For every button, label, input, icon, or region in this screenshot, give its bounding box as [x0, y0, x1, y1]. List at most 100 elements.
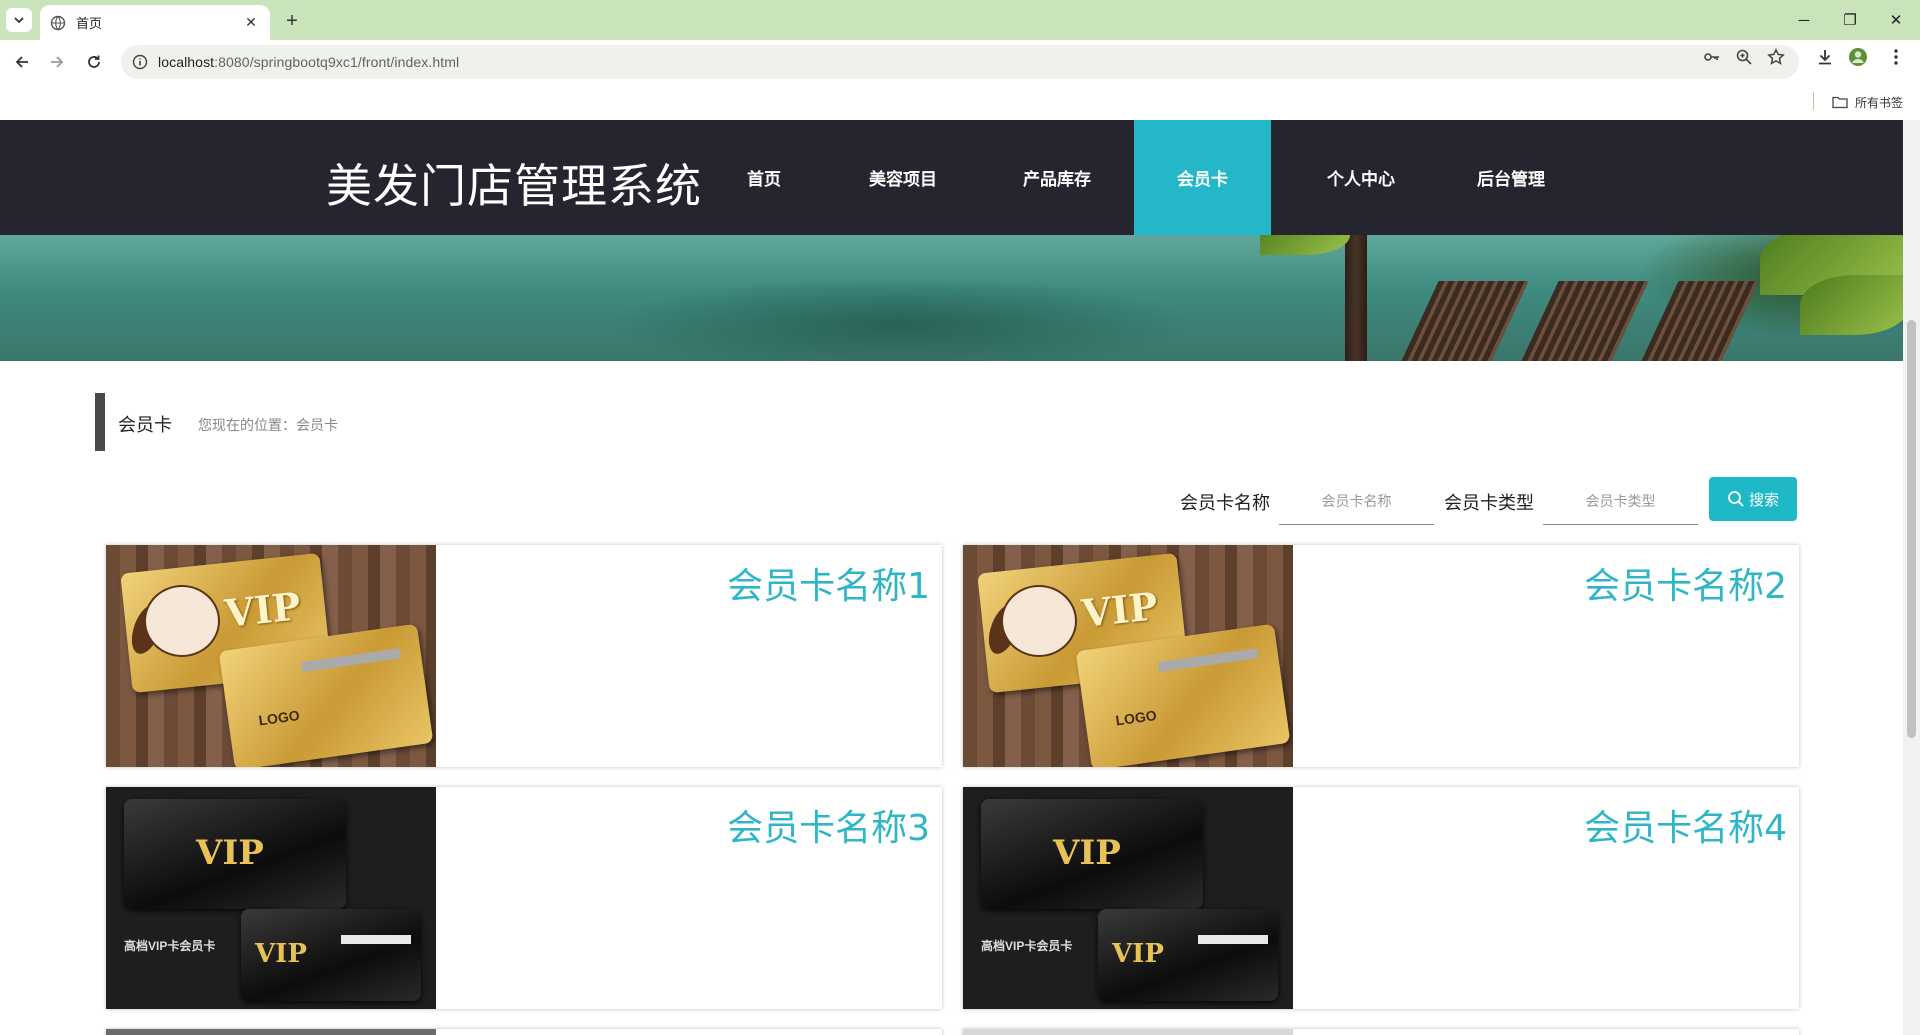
logo-text: LOGO	[1114, 706, 1158, 729]
breadcrumb-accent-bar	[95, 393, 105, 451]
new-tab-button[interactable]: +	[280, 9, 304, 33]
membership-card-item-partial[interactable]	[106, 1029, 942, 1035]
breadcrumb-path: 您现在的位置：会员卡	[198, 417, 338, 433]
folder-icon	[1832, 96, 1848, 109]
breadcrumb: 会员卡 您现在的位置：会员卡	[95, 393, 1795, 451]
nav-home[interactable]: 首页	[720, 120, 808, 235]
browser-tab-active[interactable]: 首页 ✕	[40, 5, 270, 40]
card-name[interactable]: 会员卡名称4	[1584, 799, 1787, 851]
star-icon[interactable]	[1764, 45, 1788, 69]
globe-icon	[50, 15, 66, 30]
forward-button[interactable]	[43, 48, 71, 76]
card-type-input[interactable]	[1543, 477, 1698, 525]
url-text: localhost:8080/springbootq9xc1/front/ind…	[158, 54, 459, 70]
search-button-label: 搜索	[1748, 491, 1779, 509]
signature-strip	[300, 648, 402, 673]
black-card-front: VIP	[124, 799, 346, 909]
card-art-caption: 高档VIP卡会员卡	[981, 939, 1073, 953]
banner-chair	[1521, 281, 1649, 361]
tab-search-button[interactable]	[6, 8, 32, 32]
bookmarks-separator	[1813, 92, 1814, 110]
signature-strip	[1198, 935, 1268, 944]
profile-avatar-icon[interactable]	[1846, 45, 1870, 69]
more-menu-icon[interactable]	[1884, 45, 1908, 69]
signature-strip	[341, 935, 411, 944]
membership-card-item[interactable]: VIP VIP 高档VIP卡会员卡 会员卡名称4	[963, 787, 1799, 1009]
vip-text: VIP	[1112, 939, 1164, 969]
card-name[interactable]: 会员卡名称2	[1584, 557, 1787, 609]
banner-chair	[1641, 281, 1759, 361]
black-card-back: VIP	[241, 909, 421, 1001]
card-image-gold-vip[interactable]: VIP LOGO	[963, 545, 1293, 767]
banner-image	[0, 235, 1903, 361]
download-icon[interactable]	[1813, 45, 1837, 69]
url-host: localhost	[158, 54, 215, 70]
card-name-input[interactable]	[1279, 477, 1434, 525]
dog-mascot	[1001, 585, 1077, 657]
site-title: 美发门店管理系统	[326, 159, 702, 213]
nav-beauty-projects[interactable]: 美容项目	[850, 120, 956, 235]
site-header: 美发门店管理系统 首页 美容项目 产品库存 会员卡 个人中心 后台管理	[0, 120, 1903, 235]
arrow-left-icon	[15, 56, 28, 68]
vip-text: VIP	[222, 583, 303, 636]
reload-button[interactable]	[80, 48, 108, 76]
page-scrollbar[interactable]	[1903, 120, 1920, 1035]
card-image-black-vip[interactable]: VIP VIP 高档VIP卡会员卡	[963, 787, 1293, 1009]
banner-chair	[1401, 281, 1529, 361]
banner-leaf	[1800, 275, 1903, 335]
vip-text: VIP	[1053, 833, 1121, 873]
logo-text: LOGO	[257, 706, 301, 729]
reload-icon	[88, 55, 100, 68]
card-type-label: 会员卡类型	[1444, 493, 1534, 513]
black-card-front: VIP	[981, 799, 1203, 909]
nav-admin[interactable]: 后台管理	[1458, 120, 1564, 235]
banner-palm-trunk	[1345, 235, 1367, 361]
search-button[interactable]: 搜索	[1709, 477, 1797, 521]
bookmarks-bar: 所有书签	[0, 84, 1920, 120]
signature-strip	[1157, 648, 1259, 673]
close-icon[interactable]: ✕	[242, 14, 260, 32]
banner-leaf	[1260, 235, 1350, 255]
all-bookmarks-label: 所有书签	[1855, 95, 1904, 110]
card-name[interactable]: 会员卡名称1	[727, 557, 930, 609]
nav-product-inventory[interactable]: 产品库存	[1002, 120, 1112, 235]
browser-toolbar: localhost:8080/springbootq9xc1/front/ind…	[0, 40, 1920, 84]
nav-membership-card[interactable]: 会员卡	[1134, 120, 1271, 235]
card-name-label: 会员卡名称	[1180, 493, 1270, 513]
scrollbar-thumb[interactable]	[1907, 320, 1916, 738]
window-close-button[interactable]: ✕	[1878, 6, 1914, 34]
dog-mascot	[144, 585, 220, 657]
address-bar[interactable]: localhost:8080/springbootq9xc1/front/ind…	[121, 45, 1799, 79]
vip-text: VIP	[1079, 583, 1160, 636]
card-image-gold-vip[interactable]: VIP LOGO	[106, 545, 436, 767]
tab-title: 首页	[76, 16, 103, 31]
minimize-button[interactable]: ─	[1786, 6, 1822, 34]
membership-card-item[interactable]: VIP LOGO 会员卡名称1	[106, 545, 942, 767]
info-icon[interactable]	[132, 54, 148, 70]
vip-text: VIP	[196, 833, 264, 873]
card-art-caption: 高档VIP卡会员卡	[124, 939, 216, 953]
membership-card-item[interactable]: VIP LOGO 会员卡名称2	[963, 545, 1799, 767]
browser-tab-strip: 首页 ✕ + ─ ❐ ✕	[0, 0, 1920, 40]
card-image-black-vip[interactable]: VIP VIP 高档VIP卡会员卡	[106, 787, 436, 1009]
black-card-back: VIP	[1098, 909, 1278, 1001]
card-name[interactable]: 会员卡名称3	[727, 799, 930, 851]
nav-personal-center[interactable]: 个人中心	[1306, 120, 1416, 235]
vip-text: VIP	[255, 939, 307, 969]
membership-card-item[interactable]: VIP VIP 高档VIP卡会员卡 会员卡名称3	[106, 787, 942, 1009]
membership-card-item-partial[interactable]	[963, 1029, 1799, 1035]
back-button[interactable]	[8, 48, 36, 76]
card-image-partial[interactable]	[963, 1029, 1293, 1035]
chevron-down-icon	[14, 17, 24, 24]
arrow-right-icon	[51, 56, 64, 68]
card-image-partial[interactable]	[106, 1029, 436, 1035]
page-title: 会员卡	[118, 415, 172, 435]
url-path: :8080/springbootq9xc1/front/index.html	[214, 54, 460, 70]
restore-button[interactable]: ❐	[1832, 6, 1868, 34]
search-form: 会员卡名称 会员卡类型	[0, 477, 1903, 525]
page-viewport: 美发门店管理系统 首页 美容项目 产品库存 会员卡 个人中心 后台管理 会员卡 …	[0, 120, 1903, 1035]
zoom-icon[interactable]	[1732, 45, 1756, 69]
key-icon[interactable]	[1700, 45, 1724, 69]
all-bookmarks-button[interactable]: 所有书签	[1832, 92, 1903, 112]
search-icon	[1728, 491, 1744, 507]
